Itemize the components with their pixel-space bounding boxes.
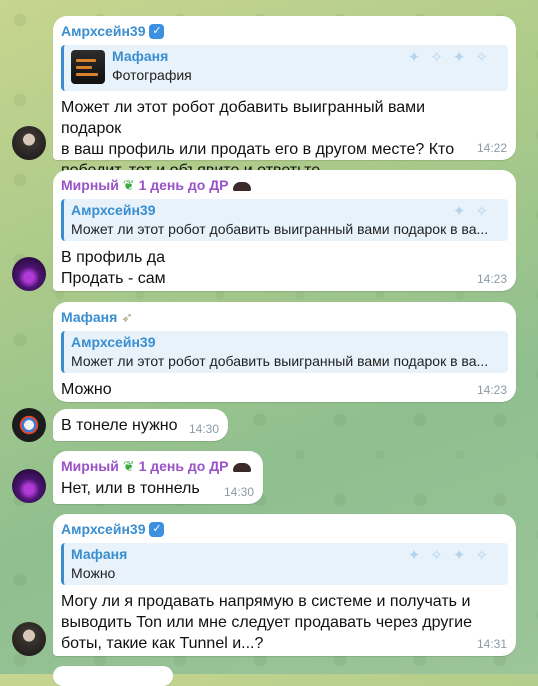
photo-thumbnail [71, 50, 105, 84]
leaf-emoji-icon: ❦ [122, 177, 135, 193]
message-bubble-partial[interactable] [53, 666, 173, 686]
reply-text: Может ли этот робот добавить выигранный … [71, 353, 489, 369]
sender-status: 1 день до ДР [138, 177, 229, 193]
leaf-emoji-icon: ❦ [122, 458, 135, 474]
hat-emoji-icon [232, 181, 251, 191]
message-line: боты, такие как Tunnel и...? [61, 635, 264, 652]
message-bubble[interactable]: В тонеле нужно 14:30 [53, 409, 228, 441]
sender-name-text: Мафаня [61, 309, 118, 325]
sender-name[interactable]: Мафаня ➶ [61, 308, 508, 326]
message-line: Могу ли я продавать напрямую в системе и… [61, 593, 471, 610]
reply-pattern-icon: ✦✧✦✧ [407, 49, 498, 66]
reply-text: Можно [71, 565, 116, 581]
reply-preview[interactable]: Амрхсейн39 Может ли этот робот добавить … [61, 199, 508, 241]
message-text: Можно [61, 379, 508, 400]
avatar[interactable] [12, 469, 46, 503]
sender-name[interactable]: Мирный ❦ 1 день до ДР [61, 176, 508, 194]
avatar[interactable] [12, 257, 46, 291]
sender-name-text: Мирный [61, 177, 119, 193]
verified-badge-icon: ✓ [149, 521, 165, 537]
message-bubble[interactable]: Амрхсейн39 ✓ Мафаня Можно ✦✧✦✧ Могу ли я… [53, 514, 516, 656]
message-text: Может ли этот робот добавить выигранный … [61, 97, 508, 181]
sender-status: 1 день до ДР [138, 458, 229, 474]
sender-name[interactable]: Амрхсейн39 ✓ [61, 22, 508, 40]
message-line: Продать - сам [61, 270, 166, 287]
sender-name[interactable]: Мирный ❦ 1 день до ДР [61, 457, 255, 475]
avatar[interactable] [12, 408, 46, 442]
reply-preview[interactable]: Мафаня Фотография ✦✧✦✧ [61, 45, 508, 91]
sender-name-text: Амрхсейн39 [61, 521, 146, 537]
message-time: 14:22 [476, 141, 507, 155]
reply-preview[interactable]: Амрхсейн39 Может ли этот робот добавить … [61, 331, 508, 373]
sender-name-text: Мирный [61, 458, 119, 474]
message-text: В профиль да Продать - сам [61, 247, 508, 289]
message-bubble[interactable]: Мирный ❦ 1 день до ДР Амрхсейн39 Может л… [53, 170, 516, 291]
message-line: в ваш профиль или продать его в другом м… [61, 141, 455, 158]
message-time: 14:23 [476, 383, 507, 397]
reply-preview[interactable]: Мафаня Можно ✦✧✦✧ [61, 543, 508, 585]
message-bubble[interactable]: Амрхсейн39 ✓ Мафаня Фотография ✦✧✦✧ Може… [53, 16, 516, 179]
reply-pattern-icon: ✦✧✦✧ [407, 547, 498, 564]
message-text: Могу ли я продавать напрямую в системе и… [61, 591, 508, 654]
message-bubble[interactable]: Мафаня ➶ Амрхсейн39 Может ли этот робот … [53, 302, 516, 402]
reply-author: Амрхсейн39 [71, 334, 156, 350]
message-time: 14:23 [476, 272, 507, 286]
message-line: В профиль да [61, 249, 166, 266]
message-line: Можно [61, 381, 112, 398]
message-bubble[interactable]: Мирный ❦ 1 день до ДР Нет, или в тоннель… [53, 451, 263, 504]
message-line: Может ли этот робот добавить выигранный … [61, 99, 426, 137]
reply-author: Амрхсейн39 [71, 202, 156, 218]
reply-text: Фотография [112, 67, 192, 83]
reply-pattern-icon: ✦✧ [452, 203, 498, 220]
message-line: выводить Ton или мне следует продавать ч… [61, 614, 473, 631]
message-time: 14:31 [476, 637, 507, 651]
hat-emoji-icon [232, 462, 251, 472]
reply-text: Может ли этот робот добавить выигранный … [71, 221, 489, 237]
rocket-emoji-icon: ➶ [121, 309, 134, 325]
avatar[interactable] [12, 622, 46, 656]
avatar[interactable] [12, 126, 46, 160]
sender-name[interactable]: Амрхсейн39 ✓ [61, 520, 508, 538]
message-time: 14:30 [223, 485, 254, 499]
message-time: 14:30 [188, 422, 219, 436]
verified-badge-icon: ✓ [149, 23, 165, 39]
sender-name-text: Амрхсейн39 [61, 23, 146, 39]
